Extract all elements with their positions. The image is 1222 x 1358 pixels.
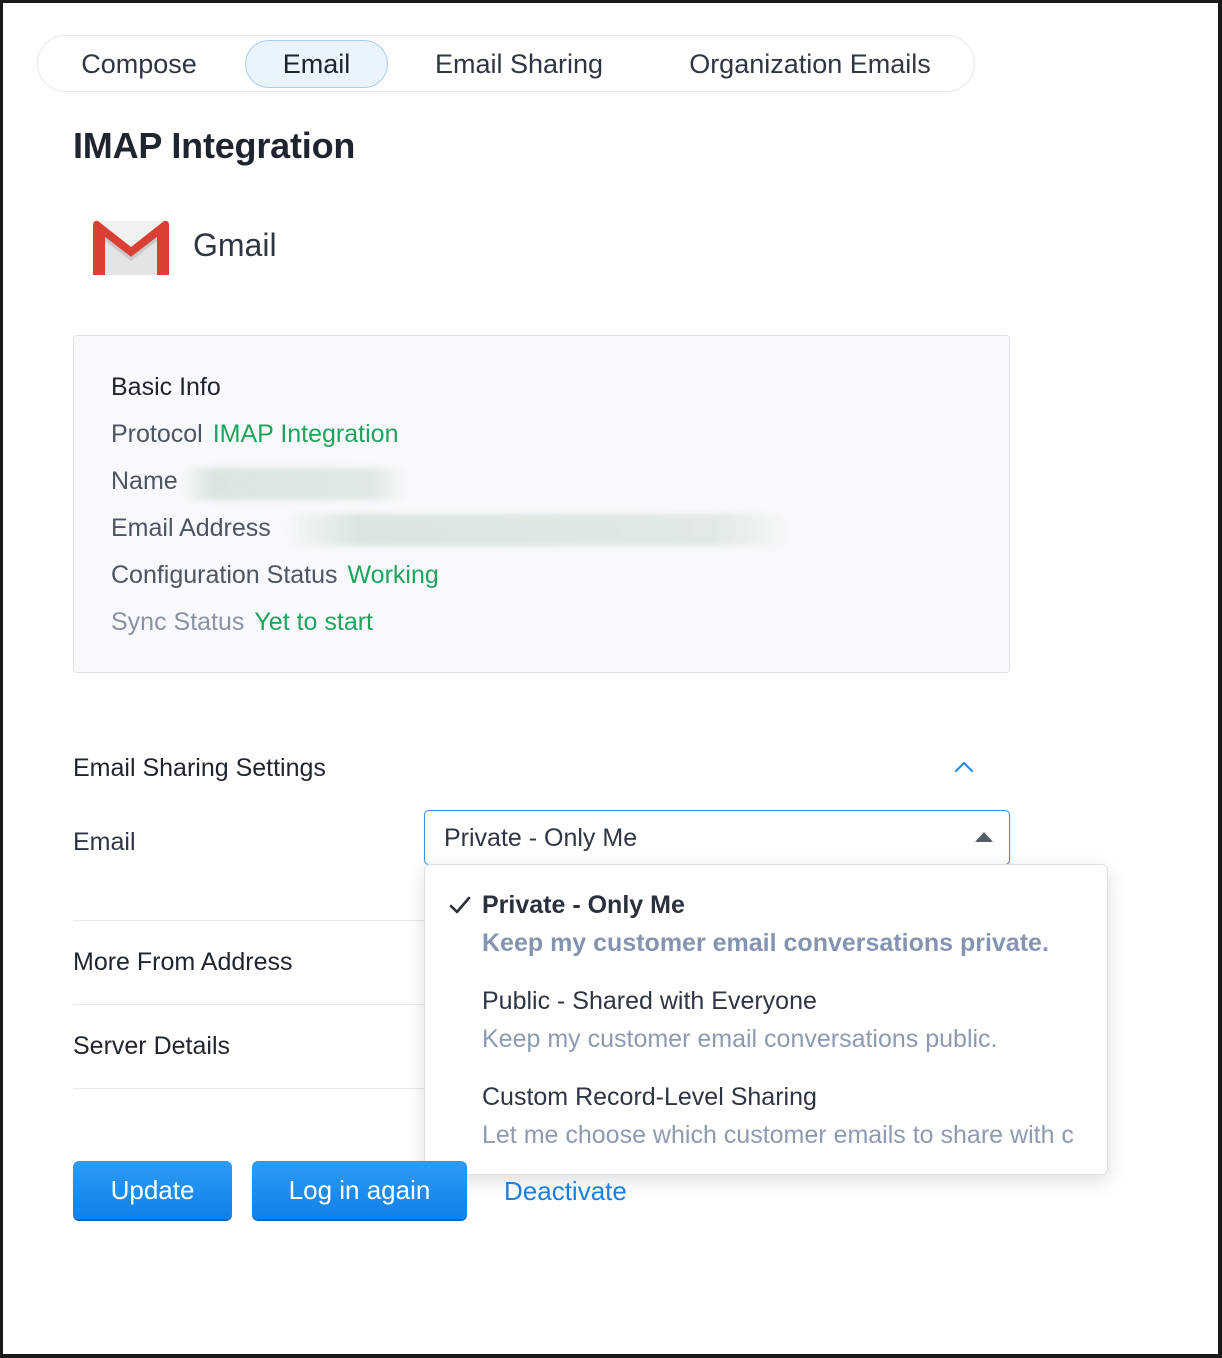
caret-up-icon	[975, 832, 993, 842]
sync-status-value: Yet to start	[254, 608, 373, 636]
name-row: Name	[111, 467, 178, 496]
more-from-address-section[interactable]: More From Address	[73, 948, 293, 977]
log-in-again-button[interactable]: Log in again	[252, 1161, 467, 1219]
tab-bar: Compose Email Email Sharing Organization…	[37, 35, 975, 92]
email-sharing-select[interactable]: Private - Only Me	[424, 810, 1010, 865]
tab-compose[interactable]: Compose	[58, 40, 220, 88]
option-description: Keep my customer email conversations pri…	[482, 929, 1049, 957]
option-description: Keep my customer email conversations pub…	[482, 1025, 998, 1053]
select-value: Private - Only Me	[444, 824, 638, 852]
tab-email[interactable]: Email	[245, 40, 388, 88]
update-button[interactable]: Update	[73, 1161, 232, 1219]
email-sharing-label: Email	[73, 828, 136, 856]
option-title: Private - Only Me	[482, 891, 685, 919]
tab-email-sharing[interactable]: Email Sharing	[410, 40, 628, 88]
deactivate-link[interactable]: Deactivate	[504, 1176, 627, 1207]
configuration-status-value: Working	[347, 561, 439, 589]
option-public[interactable]: Public - Shared with Everyone Keep my cu…	[425, 969, 1107, 1065]
option-title: Public - Shared with Everyone	[482, 987, 817, 1015]
name-redacted	[180, 468, 406, 500]
sync-status-row: Sync Status Yet to start	[111, 608, 373, 637]
page-title: IMAP Integration	[73, 125, 356, 166]
option-private[interactable]: Private - Only Me Keep my customer email…	[425, 865, 1107, 969]
server-details-section[interactable]: Server Details	[73, 1032, 230, 1061]
gmail-icon	[93, 220, 169, 275]
name-label: Name	[111, 467, 178, 495]
protocol-row: Protocol IMAP Integration	[111, 420, 398, 449]
email-address-row: Email Address	[111, 514, 271, 543]
email-sharing-settings-title: Email Sharing Settings	[73, 754, 326, 782]
app-window: Compose Email Email Sharing Organization…	[0, 0, 1222, 1358]
provider-name: Gmail	[193, 227, 277, 263]
tab-organization-emails[interactable]: Organization Emails	[674, 40, 946, 88]
option-custom[interactable]: Custom Record-Level Sharing Let me choos…	[425, 1065, 1107, 1174]
protocol-value: IMAP Integration	[212, 420, 399, 448]
basic-info-card: Basic Info Protocol IMAP Integration Name…	[73, 335, 1010, 673]
chevron-up-icon[interactable]	[951, 756, 977, 778]
sync-status-label: Sync Status	[111, 608, 245, 636]
sharing-dropdown-menu: Private - Only Me Keep my customer email…	[424, 864, 1108, 1175]
basic-info-title: Basic Info	[111, 373, 221, 401]
configuration-status-row: Configuration Status Working	[111, 561, 439, 590]
check-icon	[449, 896, 471, 914]
option-title: Custom Record-Level Sharing	[482, 1083, 817, 1111]
email-redacted	[284, 514, 790, 546]
option-description: Let me choose which customer emails to s…	[482, 1121, 1074, 1149]
configuration-status-label: Configuration Status	[111, 561, 338, 589]
email-address-label: Email Address	[111, 514, 271, 542]
protocol-label: Protocol	[111, 420, 203, 448]
